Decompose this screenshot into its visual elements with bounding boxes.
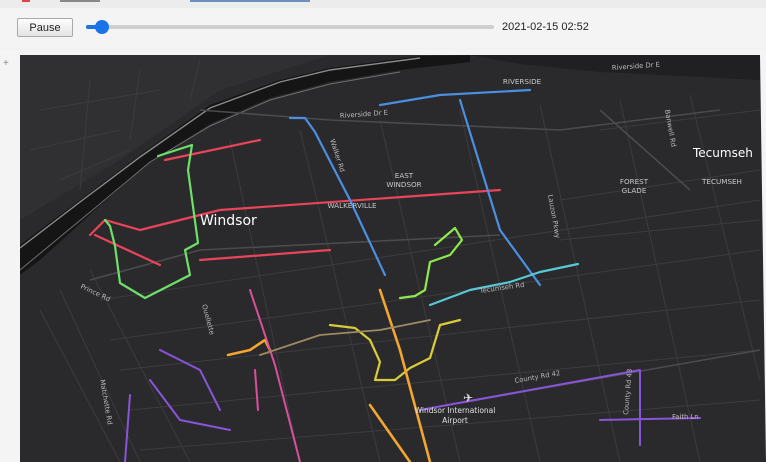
map-frame: + ✈ Riverside Dr E Riverside Dr E Banwel… [0, 50, 766, 462]
road-label-faith: Faith Ln [672, 413, 699, 421]
label-windsor: Windsor [200, 213, 257, 229]
map-canvas[interactable]: ✈ Riverside Dr E Riverside Dr E Banwell … [0, 50, 766, 462]
label-forest-glade: FOREST GLADE [620, 177, 649, 195]
airport-icon: ✈ [463, 391, 473, 405]
current-timestamp: 2021-02-15 02:52 [502, 21, 589, 33]
pause-button[interactable]: Pause [17, 18, 73, 37]
map-layer: ✈ Riverside Dr E Riverside Dr E Banwell … [20, 55, 766, 462]
label-tecumseh-small: TECUMSEH [701, 177, 742, 186]
time-slider-thumb[interactable] [95, 20, 110, 34]
top-edge-strip [0, 0, 766, 8]
label-riverside: RIVERSIDE [503, 77, 542, 86]
label-walkerville: WALKERVILLE [327, 201, 377, 210]
time-slider[interactable] [86, 20, 494, 34]
animation-controls: Pause 2021-02-15 02:52 [0, 8, 766, 48]
label-tecumseh: Tecumseh [692, 146, 753, 160]
